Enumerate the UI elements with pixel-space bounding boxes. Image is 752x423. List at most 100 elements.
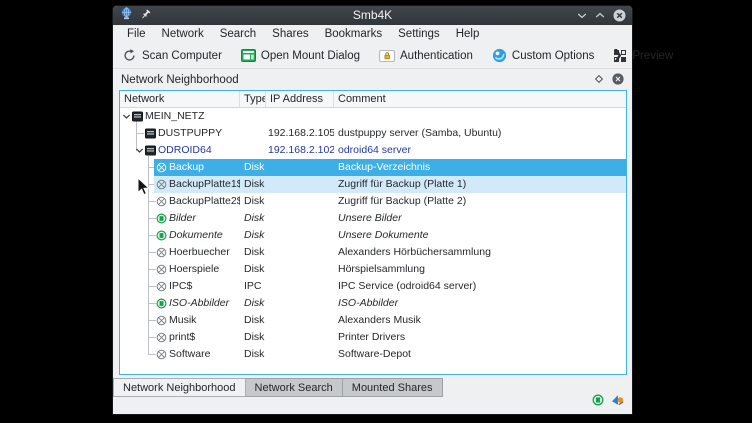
entry-comment: Unsere Bilder [334,210,626,227]
maximize-icon[interactable] [595,11,605,20]
entry-ip: 192.168.2.102 [266,142,334,159]
entry-ip [266,278,334,295]
entry-comment: Backup-Verzeichnis [334,159,626,176]
entry-type: Disk [240,159,266,176]
entry-type [240,142,266,159]
entry-comment: Unsere Dokumente [334,227,626,244]
entry-name: Hoerbuecher [169,244,230,261]
entry-name: Bilder [169,210,196,227]
entry-type: Disk [240,346,266,363]
host-icon [145,128,156,139]
open-mount-dialog-button[interactable]: Open Mount Dialog [241,49,360,62]
scan-computer-button[interactable]: Scan Computer [122,48,222,63]
share-icon [156,162,167,173]
entry-type: Disk [240,176,266,193]
entry-ip [266,261,334,278]
tab-network-search[interactable]: Network Search [246,378,343,397]
share-mounted-icon [156,213,167,224]
entry-name: BackupPlatte2$ [169,193,240,210]
entry-comment: IPC Service (odroid64 server) [334,278,626,295]
share-icon [156,349,167,360]
expander-icon[interactable] [122,112,131,121]
menu-settings[interactable]: Settings [390,25,448,43]
menu-network[interactable]: Network [154,25,212,43]
tree-row-backup[interactable]: BackupDiskBackup-Verzeichnis [120,159,626,176]
entry-comment: odroid64 server [334,142,626,159]
entry-ip [266,295,334,312]
entry-comment: Alexanders Musik [334,312,626,329]
mount-dialog-icon [241,49,256,62]
close-panel-icon[interactable] [612,73,624,88]
entry-name: Musik [169,312,196,329]
tree-header: NetworkTypeIP AddressComment [120,91,626,108]
entry-ip [266,346,334,363]
entry-ip [266,227,334,244]
tree-row-musik[interactable]: Musik Disk Alexanders Musik [120,312,626,329]
entry-name: Hoerspiele [169,261,219,278]
toolbar-button-label: Scan Computer [142,50,222,62]
menu-bookmarks[interactable]: Bookmarks [317,25,391,43]
toolbar-overflow-icon[interactable]: ❯ [612,47,623,63]
entry-comment: Printer Drivers [334,329,626,346]
close-icon[interactable] [613,9,626,22]
tree-row-hoerbuecher[interactable]: HoerbuecherDiskAlexanders Hörbüchersamml… [120,244,626,261]
entry-name: Software [169,346,210,363]
tab-network-neighborhood[interactable]: Network Neighborhood [113,378,246,397]
tree-row-backupplatte2[interactable]: BackupPlatte2$DiskZugriff für Backup (Pl… [120,193,626,210]
column-header-ip-address[interactable]: IP Address [266,91,334,107]
entry-name: Dokumente [169,227,223,244]
column-header-type[interactable]: Type [240,91,266,107]
authentication-icon [379,50,395,62]
share-icon [156,196,167,207]
statusbar-icons [592,393,624,411]
column-header-comment[interactable]: Comment [334,91,626,107]
entry-name: ODROID64 [158,142,212,159]
entry-comment: Software-Depot [334,346,626,363]
tree-row-bilder[interactable]: BilderDiskUnsere Bilder [120,210,626,227]
tree-row-ipc[interactable]: IPC$IPCIPC Service (odroid64 server) [120,278,626,295]
entry-comment [334,108,626,125]
entry-type: Disk [240,295,266,312]
tree-row-mein-netz[interactable]: MEIN_NETZ [120,108,626,125]
tree-body: MEIN_NETZDUSTPUPPY192.168.2.105dustpuppy… [120,108,626,363]
tree-row-iso-abbilder[interactable]: ISO-AbbilderDiskISO-Abbilder [120,295,626,312]
entry-ip [266,210,334,227]
network-tree: NetworkTypeIP AddressComment MEIN_NETZDU… [119,90,627,375]
expander-icon[interactable] [135,146,144,155]
float-panel-icon[interactable] [594,74,604,87]
entry-type [240,125,266,142]
tree-row-dokumente[interactable]: Dokumente Disk Unsere Dokumente [120,227,626,244]
custom-options-button[interactable]: Custom Options [492,48,594,63]
menu-search[interactable]: Search [212,25,264,43]
tree-row-backupplatte1[interactable]: BackupPlatte1$DiskZugriff für Backup (Pl… [120,176,626,193]
share-icon [156,281,167,292]
toolbar-button-label: Authentication [400,50,473,62]
entry-name: DUSTPUPPY [158,125,222,142]
entry-type: Disk [240,312,266,329]
entry-name: print$ [169,329,195,346]
entry-ip [266,193,334,210]
network-status-icon [611,393,624,411]
tree-row-print[interactable]: print$DiskPrinter Drivers [120,329,626,346]
mouse-cursor [137,177,151,202]
toolbar-button-label: Custom Options [512,50,594,62]
tree-row-hoerspiele[interactable]: Hoerspiele Disk Hörspielsammlung [120,261,626,278]
tree-row-software[interactable]: Software Disk Software-Depot [120,346,626,363]
dock-header: Network Neighborhood [113,70,632,90]
entry-comment: Zugriff für Backup (Platte 2) [334,193,626,210]
tree-row-odroid64[interactable]: ODROID64 192.168.2.102odroid64 server [120,142,626,159]
menu-file[interactable]: File [119,25,154,43]
titlebar[interactable]: Smb4K [113,6,632,25]
column-header-network[interactable]: Network [120,91,240,107]
entry-type: Disk [240,261,266,278]
authentication-button[interactable]: Authentication [379,50,473,62]
minimize-icon[interactable] [577,11,587,20]
entry-comment: Hörspielsammlung [334,261,626,278]
menu-help[interactable]: Help [448,25,488,43]
share-icon [156,247,167,258]
tab-mounted-shares[interactable]: Mounted Shares [343,378,443,397]
entry-ip [266,312,334,329]
menu-shares[interactable]: Shares [264,25,316,43]
tree-row-dustpuppy[interactable]: DUSTPUPPY192.168.2.105dustpuppy server (… [120,125,626,142]
entry-type: Disk [240,227,266,244]
